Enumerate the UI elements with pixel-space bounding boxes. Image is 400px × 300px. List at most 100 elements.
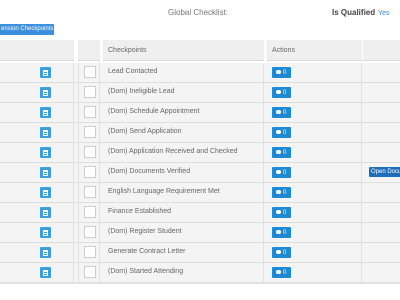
- comment-count: 0: [283, 189, 287, 196]
- open-document-button[interactable]: Open Docu: [369, 167, 400, 177]
- checkpoint-label: (Dom) Schedule Appointment: [108, 108, 200, 115]
- document-icon: [43, 209, 48, 216]
- comments-button[interactable]: 0: [272, 67, 291, 78]
- comments-button[interactable]: 0: [272, 127, 291, 138]
- comment-icon: [276, 70, 281, 74]
- table-row: (Dom) Send Application 0: [0, 123, 400, 143]
- document-icon: [43, 89, 48, 96]
- checkpoint-checkbox[interactable]: [84, 246, 96, 258]
- comments-button[interactable]: 0: [272, 107, 291, 118]
- checkpoint-label: (Dom) Ineligible Lead: [108, 88, 175, 95]
- comments-button[interactable]: 0: [272, 167, 291, 178]
- table-row: (Dom) Ineligible Lead 0: [0, 83, 400, 103]
- table-row: English Language Requirement Met 0: [0, 183, 400, 203]
- checkbox-cell: [78, 163, 100, 182]
- comments-button[interactable]: 0: [272, 247, 291, 258]
- document-button[interactable]: [40, 207, 51, 218]
- doc-cell: [0, 183, 74, 202]
- extra-cell: [363, 103, 400, 122]
- comment-icon: [276, 270, 281, 274]
- checkpoint-cell: (Dom) Application Received and Checked: [103, 143, 264, 162]
- extra-cell: [363, 63, 400, 82]
- table-row: (Dom) Documents Verified 0 Open Docu: [0, 163, 400, 183]
- doc-cell: [0, 103, 74, 122]
- extension-checkpoints-button[interactable]: ension Checkpoints: [0, 24, 54, 35]
- comments-button[interactable]: 0: [272, 147, 291, 158]
- document-button[interactable]: [40, 107, 51, 118]
- document-icon: [43, 129, 48, 136]
- checkpoint-cell: (Dom) Register Student: [103, 223, 264, 242]
- document-icon: [43, 269, 48, 276]
- checkbox-cell: [78, 243, 100, 262]
- table-row: Finance Established 0: [0, 203, 400, 223]
- document-button[interactable]: [40, 67, 51, 78]
- comment-count: 0: [283, 269, 287, 276]
- comments-button[interactable]: 0: [272, 87, 291, 98]
- checkpoint-cell: Lead Contacted: [103, 63, 264, 82]
- actions-cell: 0: [267, 83, 362, 102]
- comment-icon: [276, 150, 281, 154]
- comment-icon: [276, 170, 281, 174]
- actions-cell: 0: [267, 63, 362, 82]
- checkpoint-label: Finance Established: [108, 208, 172, 215]
- checkpoint-checkbox[interactable]: [84, 126, 96, 138]
- actions-cell: 0: [267, 183, 362, 202]
- comments-button[interactable]: 0: [272, 267, 291, 278]
- document-icon: [43, 189, 48, 196]
- table-row: Generate Contract Letter 0: [0, 243, 400, 263]
- comment-count: 0: [283, 169, 287, 176]
- checkpoint-checkbox[interactable]: [84, 226, 96, 238]
- header-actions-text: Actions: [272, 47, 295, 54]
- comments-button[interactable]: 0: [272, 227, 291, 238]
- header-actions: Actions: [267, 40, 362, 61]
- checkbox-cell: [78, 263, 100, 282]
- comment-count: 0: [283, 69, 287, 76]
- document-button[interactable]: [40, 167, 51, 178]
- document-button[interactable]: [40, 87, 51, 98]
- doc-cell: [0, 83, 74, 102]
- actions-cell: 0: [267, 103, 362, 122]
- checkpoint-label: (Dom) Started Attending: [108, 268, 184, 275]
- comments-button[interactable]: 0: [272, 187, 291, 198]
- header-cell-2: [78, 40, 100, 61]
- checkpoint-checkbox[interactable]: [84, 86, 96, 98]
- checkpoint-cell: Finance Established: [103, 203, 264, 222]
- actions-cell: 0: [267, 123, 362, 142]
- extra-cell: [363, 243, 400, 262]
- comment-icon: [276, 250, 281, 254]
- document-button[interactable]: [40, 187, 51, 198]
- document-button[interactable]: [40, 267, 51, 278]
- document-button[interactable]: [40, 127, 51, 138]
- comment-count: 0: [283, 249, 287, 256]
- doc-cell: [0, 143, 74, 162]
- comment-icon: [276, 190, 281, 194]
- checkpoint-checkbox[interactable]: [84, 266, 96, 278]
- extra-cell: [363, 83, 400, 102]
- document-button[interactable]: [40, 227, 51, 238]
- checkpoint-checkbox[interactable]: [84, 186, 96, 198]
- comment-count: 0: [283, 209, 287, 216]
- is-qualified-value[interactable]: Yes: [378, 10, 389, 17]
- extra-cell: [363, 263, 400, 282]
- checkbox-cell: [78, 223, 100, 242]
- extra-cell: [363, 203, 400, 222]
- comments-button[interactable]: 0: [272, 207, 291, 218]
- checkpoint-checkbox[interactable]: [84, 146, 96, 158]
- checkpoint-checkbox[interactable]: [84, 206, 96, 218]
- checkpoint-checkbox[interactable]: [84, 106, 96, 118]
- actions-cell: 0: [267, 203, 362, 222]
- checkbox-cell: [78, 83, 100, 102]
- document-button[interactable]: [40, 247, 51, 258]
- document-button[interactable]: [40, 147, 51, 158]
- table-row: (Dom) Started Attending 0: [0, 263, 400, 283]
- actions-cell: 0: [267, 223, 362, 242]
- doc-cell: [0, 123, 74, 142]
- actions-cell: 0: [267, 143, 362, 162]
- checkpoint-label: (Dom) Send Application: [108, 128, 182, 135]
- checkpoint-checkbox[interactable]: [84, 66, 96, 78]
- comment-count: 0: [283, 149, 287, 156]
- extra-cell: [363, 183, 400, 202]
- checkpoint-checkbox[interactable]: [84, 166, 96, 178]
- checkbox-cell: [78, 63, 100, 82]
- checkpoint-cell: Generate Contract Letter: [103, 243, 264, 262]
